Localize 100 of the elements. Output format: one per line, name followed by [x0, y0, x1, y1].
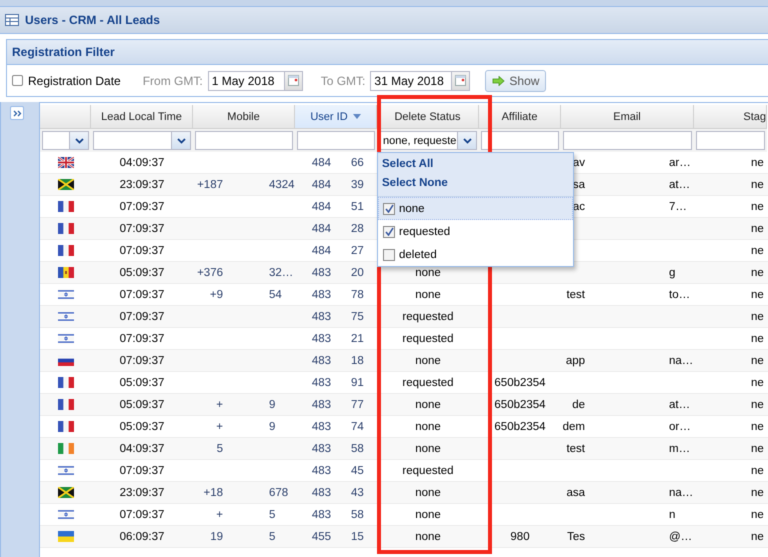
- filter-combo[interactable]: [93, 131, 191, 150]
- flag-icon: [58, 289, 74, 300]
- column-header[interactable]: User ID: [295, 105, 377, 129]
- column-header[interactable]: Mobile: [193, 105, 295, 129]
- status-text: requested: [402, 332, 454, 344]
- mobile-text: +9: [210, 288, 223, 300]
- calendar-icon: [455, 75, 466, 86]
- show-button[interactable]: Show: [485, 70, 546, 92]
- user-id-text: 74: [351, 420, 364, 432]
- user-id-text: 45: [351, 464, 364, 476]
- user-id-text: 483: [312, 420, 331, 432]
- user-id-text: 484: [312, 222, 331, 234]
- user-id-text: 483: [312, 332, 331, 344]
- filter-field[interactable]: [297, 131, 375, 150]
- checkbox[interactable]: [383, 226, 395, 238]
- checkbox[interactable]: [12, 75, 23, 86]
- mobile-text: +: [216, 398, 223, 410]
- grid-icon: [5, 14, 19, 26]
- mobile-text: 4324: [269, 178, 295, 190]
- status-text: requested: [402, 310, 454, 322]
- flag-icon: [58, 245, 74, 256]
- email-text: or…: [669, 420, 691, 432]
- time-text: 05:09:37: [120, 266, 164, 278]
- mobile-text: 5: [269, 530, 276, 542]
- column-header[interactable]: Lead Local Time: [91, 105, 193, 129]
- arrow-icon: [492, 76, 506, 86]
- time-text: 06:09:37: [120, 530, 164, 542]
- status-text: requested: [402, 464, 454, 476]
- status-text: none: [415, 354, 441, 366]
- menu-option[interactable]: deleted: [378, 243, 573, 266]
- user-id-text: 484: [312, 200, 331, 212]
- filter-combo[interactable]: none, requeste: [379, 131, 477, 150]
- date-field[interactable]: 1 May 2018: [208, 70, 303, 90]
- column-header[interactable]: Email: [561, 105, 694, 129]
- email-text: at…: [669, 398, 690, 410]
- time-text: 23:09:37: [120, 178, 164, 190]
- caret-icon: [176, 138, 186, 144]
- mobile-text: 54: [269, 288, 282, 300]
- mobile-text: 9: [269, 398, 276, 410]
- stage-text: ne: [751, 354, 764, 366]
- flag-icon: [58, 443, 74, 454]
- stage-text: ne: [751, 376, 764, 388]
- column-header[interactable]: Affiliate: [479, 105, 561, 129]
- menu-option[interactable]: none: [378, 197, 573, 220]
- menu-item[interactable]: Select All: [378, 156, 573, 175]
- stage-text: ne: [751, 332, 764, 344]
- user-id-text: 483: [312, 288, 331, 300]
- panel-title: Registration Filter: [12, 45, 115, 59]
- email-text: dem: [562, 420, 585, 432]
- user-id-text: 43: [351, 486, 364, 498]
- mobile-text: 678: [269, 486, 288, 498]
- stage-text: ne: [751, 288, 764, 300]
- filter-field[interactable]: [195, 131, 293, 150]
- user-id-text: 484: [312, 244, 331, 256]
- checkbox[interactable]: [383, 202, 395, 214]
- affiliate-text: 980: [510, 530, 530, 542]
- stage-text: ne: [751, 244, 764, 256]
- menu-item[interactable]: Select None: [378, 175, 573, 194]
- time-text: 07:09:37: [120, 508, 164, 520]
- email-text: test: [566, 442, 585, 454]
- flag-icon: [58, 157, 74, 168]
- mobile-text: +: [216, 420, 223, 432]
- stage-text: ne: [751, 530, 764, 542]
- filter-field[interactable]: [481, 131, 559, 150]
- email-text: de: [572, 398, 585, 410]
- stage-text: ne: [751, 464, 764, 476]
- time-text: 07:09:37: [120, 222, 164, 234]
- user-id-text: 484: [312, 178, 331, 190]
- user-id-text: 51: [351, 200, 364, 212]
- mobile-text: +: [216, 508, 223, 520]
- user-id-text: 77: [351, 398, 364, 410]
- user-id-text: 483: [312, 442, 331, 454]
- status-text: requested: [402, 376, 454, 388]
- user-id-text: 483: [312, 508, 331, 520]
- stage-text: ne: [751, 266, 764, 278]
- email-text: @…: [669, 530, 692, 542]
- flag-icon: [58, 399, 74, 410]
- email-text: 7…: [669, 200, 687, 212]
- user-id-text: 18: [351, 354, 364, 366]
- expand-button[interactable]: [10, 106, 24, 120]
- user-id-text: 483: [312, 486, 331, 498]
- filter-combo[interactable]: [42, 131, 89, 150]
- time-text: 07:09:37: [120, 332, 164, 344]
- time-text: 04:09:37: [120, 442, 164, 454]
- column-header[interactable]: Stag: [694, 105, 767, 129]
- column-header[interactable]: [40, 105, 91, 129]
- date-field[interactable]: 31 May 2018: [370, 70, 470, 90]
- flag-icon: [58, 377, 74, 388]
- time-text: 05:09:37: [120, 420, 164, 432]
- field-label: From GMT:: [142, 74, 203, 88]
- caret-icon: [74, 138, 84, 144]
- status-text: none: [415, 486, 441, 498]
- email-text: at…: [669, 178, 690, 190]
- flag-icon: [58, 333, 74, 344]
- filter-field[interactable]: [696, 131, 765, 150]
- filter-field[interactable]: [563, 131, 692, 150]
- user-id-text: 39: [351, 178, 364, 190]
- menu-option[interactable]: requested: [378, 220, 573, 243]
- checkbox[interactable]: [383, 248, 395, 260]
- status-text: none: [415, 420, 441, 432]
